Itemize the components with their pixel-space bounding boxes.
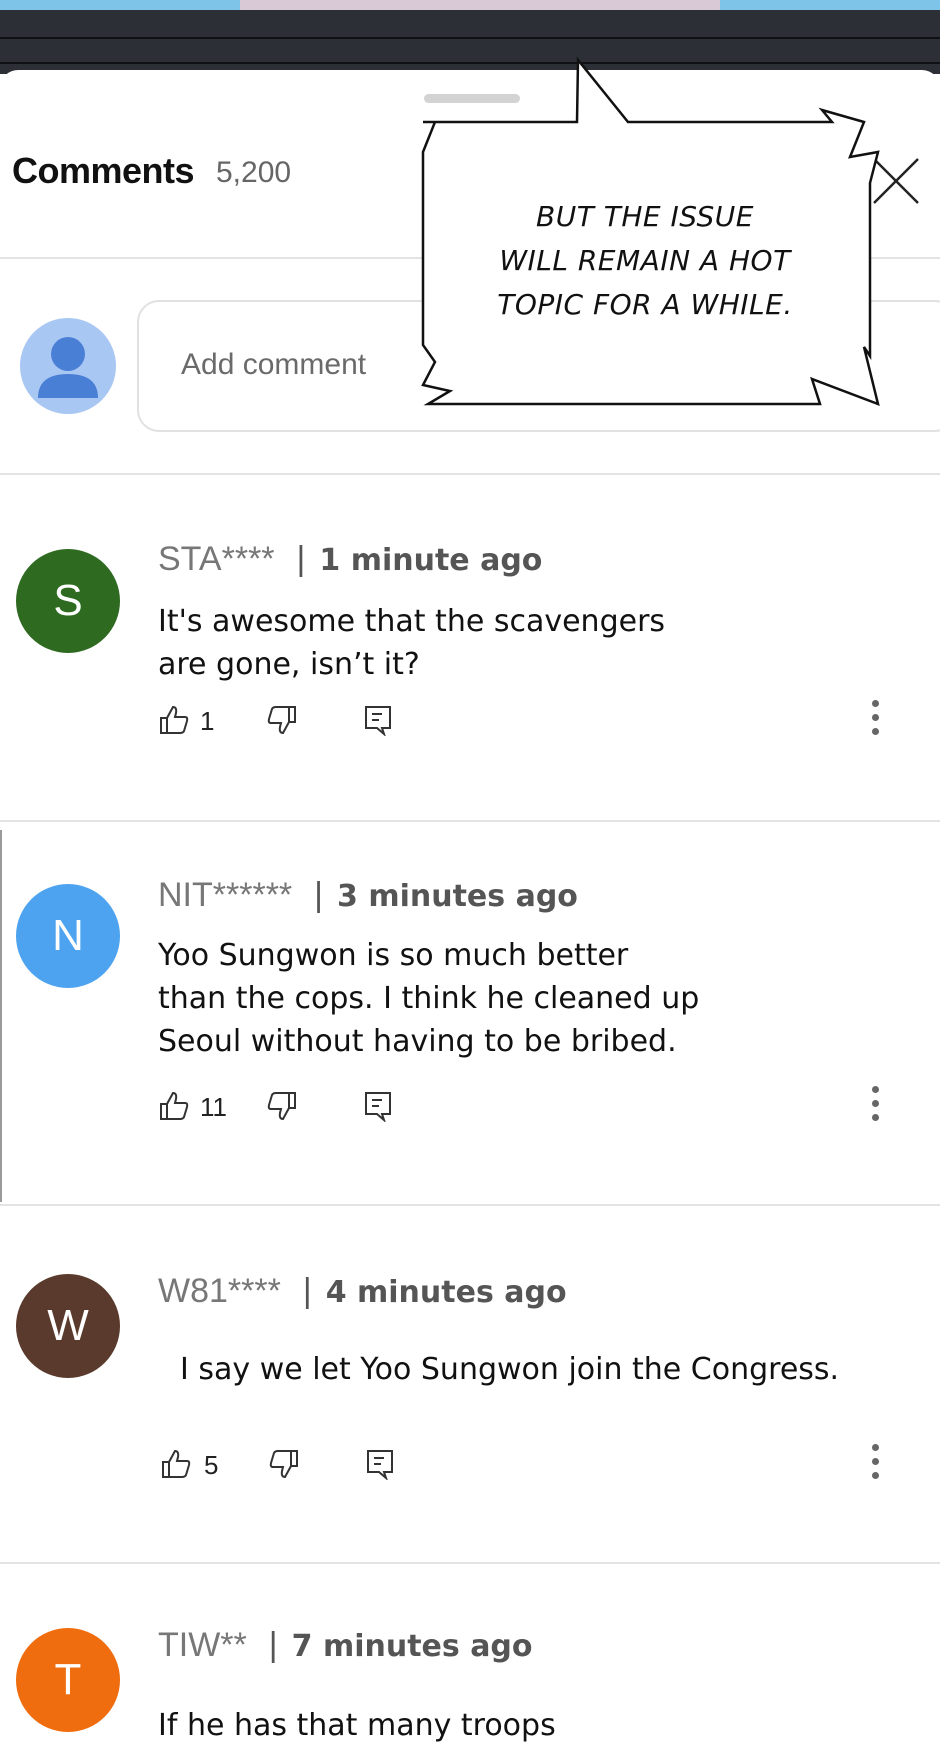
thumbs-up-icon[interactable]: [158, 1090, 190, 1122]
user-avatar: [20, 318, 116, 414]
commenter-avatar[interactable]: S: [16, 549, 120, 653]
comment-text-line: are gone, isn’t it?: [158, 647, 420, 682]
comment-text: If he has that many troops: [158, 1704, 556, 1747]
commenter-avatar[interactable]: W: [16, 1274, 120, 1378]
avatar-initial: S: [53, 576, 83, 625]
comic-art-figure: [240, 0, 720, 10]
comment-divider: [0, 820, 940, 822]
meta-separator: |: [314, 876, 324, 914]
thumbs-up-icon[interactable]: [158, 704, 190, 736]
comments-count: 5,200: [216, 156, 292, 189]
comment-meta: STA**** | 1 minute ago: [158, 540, 542, 579]
comment-text-line: Yoo Sungwon is so much better: [158, 938, 629, 973]
thumbs-down-icon[interactable]: [266, 1090, 298, 1122]
more-vertical-icon[interactable]: [868, 700, 882, 744]
comment-text: I say we let Yoo Sungwon join the Congre…: [180, 1348, 839, 1391]
comment-meta: TIW** | 7 minutes ago: [158, 1626, 533, 1665]
speech-line: BUT THE ISSUE: [536, 200, 754, 233]
comment-time: 3 minutes ago: [337, 879, 578, 914]
speech-line: WILL REMAIN A HOT: [499, 244, 791, 277]
comment-time: 7 minutes ago: [291, 1629, 533, 1664]
person-icon: [38, 337, 98, 398]
avatar-initial: N: [52, 911, 84, 960]
meta-separator: |: [268, 1626, 278, 1664]
thumbs-down-icon[interactable]: [268, 1448, 300, 1480]
comment-meta: NIT****** | 3 minutes ago: [158, 876, 578, 915]
comment-text-line: I say we let Yoo Sungwon join the Congre…: [180, 1352, 840, 1387]
comment-text: It's awesome that the scavengers are gon…: [158, 600, 665, 686]
comment-text: Yoo Sungwon is so much better than the c…: [158, 934, 699, 1063]
comment-meta: W81**** | 4 minutes ago: [158, 1272, 567, 1311]
avatar-initial: T: [54, 1655, 82, 1704]
panel-edge: [0, 830, 2, 1202]
comments-title: Comments: [12, 150, 195, 191]
comment-time: 1 minute ago: [319, 543, 543, 578]
comment-time: 4 minutes ago: [325, 1275, 567, 1310]
comic-art-strip: [0, 0, 940, 10]
like-count: 11: [200, 1092, 227, 1122]
commenter-avatar[interactable]: T: [16, 1628, 120, 1732]
more-vertical-icon[interactable]: [868, 1444, 882, 1488]
frame-line: [0, 37, 940, 39]
meta-separator: |: [296, 540, 306, 578]
speech-bubble-text: BUT THE ISSUE WILL REMAIN A HOT TOPIC FO…: [465, 195, 825, 327]
commenter-avatar[interactable]: N: [16, 884, 120, 988]
input-divider: [0, 473, 940, 475]
reply-icon[interactable]: [362, 704, 394, 736]
thumbs-down-icon[interactable]: [266, 704, 298, 736]
comment-username[interactable]: STA****: [158, 540, 275, 578]
comment-text-line: than the cops. I think he cleaned up: [158, 981, 700, 1016]
comment-divider: [0, 1204, 940, 1206]
like-count: 1: [200, 706, 215, 736]
comment-username[interactable]: W81****: [158, 1272, 281, 1310]
comment-text-line: If he has that many troops: [158, 1708, 556, 1743]
meta-separator: |: [302, 1272, 312, 1310]
comment-username[interactable]: NIT******: [158, 876, 292, 914]
like-count: 5: [204, 1450, 219, 1480]
comment-username[interactable]: TIW**: [158, 1626, 247, 1664]
comment-divider: [0, 1562, 940, 1564]
reply-icon[interactable]: [362, 1090, 394, 1122]
more-vertical-icon[interactable]: [868, 1086, 882, 1130]
avatar-initial: W: [47, 1301, 89, 1350]
speech-line: TOPIC FOR A WHILE.: [497, 288, 793, 321]
reply-icon[interactable]: [364, 1448, 396, 1480]
comment-text-line: It's awesome that the scavengers: [158, 604, 666, 639]
thumbs-up-icon[interactable]: [160, 1448, 192, 1480]
comment-text-line: Seoul without having to be bribed.: [158, 1024, 677, 1059]
add-comment-placeholder: Add comment: [181, 348, 367, 381]
